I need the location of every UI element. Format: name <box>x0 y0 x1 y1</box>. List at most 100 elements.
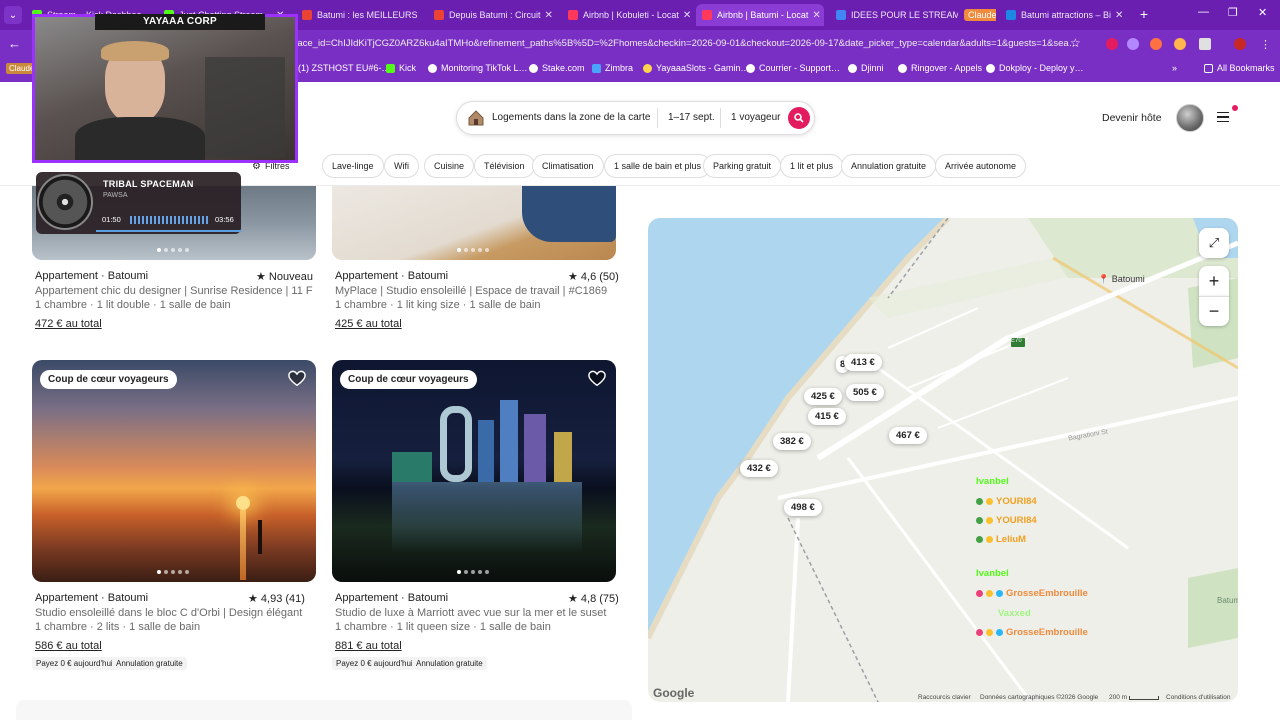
extension-icon[interactable] <box>1127 38 1139 50</box>
map-price-pin[interactable]: 432 € <box>740 460 778 477</box>
map-price-pin[interactable]: 415 € <box>808 408 846 425</box>
filter-chip-tv[interactable]: Télévision <box>474 154 535 178</box>
tab-batumi-meilleurs[interactable]: Batumi : les MEILLEURS ✕ <box>296 4 422 26</box>
extension-icon[interactable] <box>1106 38 1118 50</box>
zoom-in-button[interactable]: + <box>1199 266 1229 296</box>
map-price-pin[interactable]: 505 € <box>846 384 884 401</box>
expand-map-button[interactable]: ⤢ <box>1199 228 1229 258</box>
bookmark-item[interactable]: Ringover - Appels <box>898 63 982 73</box>
carousel-dots <box>157 248 189 252</box>
filter-chip-kitchen[interactable]: Cuisine <box>424 154 475 178</box>
map-shortcuts-link[interactable]: Raccourcis clavier <box>918 694 971 701</box>
tab-claude[interactable]: Claude <box>962 4 996 26</box>
bookmark-item[interactable]: Djinni <box>848 63 884 73</box>
listing-title[interactable]: MyPlace | Studio ensoleillé | Espace de … <box>335 285 607 297</box>
more-menu-icon[interactable]: ⋮ <box>1260 38 1271 51</box>
badge-icon <box>986 536 993 543</box>
webcam-overlay <box>32 14 298 163</box>
tab-search-button[interactable]: ⌄ <box>4 6 22 24</box>
building-shape <box>554 432 572 482</box>
bookmark-item[interactable]: Stake.com <box>529 63 585 73</box>
bookmark-star-icon[interactable]: ☆ <box>1070 36 1081 50</box>
become-host-link[interactable]: Devenir hôte <box>1102 112 1162 124</box>
chat-line: LeliuM <box>976 534 1026 545</box>
carousel-dots <box>157 570 189 574</box>
maximize-icon[interactable]: ❐ <box>1228 6 1238 19</box>
map-price-pin[interactable]: 467 € <box>889 427 927 444</box>
bookmark-item[interactable]: Zimbra <box>592 63 633 73</box>
listing-rating: ★ 4,8 (75) <box>568 593 619 605</box>
map-terms-link[interactable]: Conditions d'utilisation <box>1166 694 1230 701</box>
search-guests[interactable]: 1 voyageur <box>731 112 780 123</box>
listing-rating: ★ 4,6 (50) <box>568 271 619 283</box>
extension-icon[interactable] <box>1150 38 1162 50</box>
map-price-pin[interactable]: 413 € <box>844 354 882 371</box>
bookmark-item[interactable]: (1) ZSTHOST EU#6-… <box>298 63 390 73</box>
filter-chip-bathroom[interactable]: 1 salle de bain et plus <box>604 154 712 178</box>
tab-depuis-batumi[interactable]: Depuis Batumi : Circuit ✕ <box>428 4 554 26</box>
minimize-icon[interactable]: — <box>1198 6 1209 18</box>
zoom-out-button[interactable]: − <box>1199 296 1229 326</box>
bookmark-item[interactable]: Monitoring TikTok L… <box>428 63 528 73</box>
filter-chip-bed[interactable]: 1 lit et plus <box>780 154 844 178</box>
chat-username: Ivanbel <box>976 476 1009 487</box>
bookmark-item[interactable]: YayaaaSlots - Gamin… <box>643 63 749 73</box>
filter-chip-washer[interactable]: Lave-linge <box>322 154 384 178</box>
menu-icon[interactable] <box>1217 112 1229 122</box>
map-price-pin[interactable]: 425 € <box>804 388 842 405</box>
search-divider <box>720 108 721 128</box>
close-icon[interactable]: ✕ <box>679 10 690 21</box>
close-icon[interactable]: ✕ <box>418 10 423 21</box>
listing-price[interactable]: 881 € au total <box>335 640 402 652</box>
extensions-puzzle-icon[interactable] <box>1199 38 1211 50</box>
listing-price[interactable]: 425 € au total <box>335 318 402 330</box>
profile-icon[interactable] <box>1234 38 1246 50</box>
tab-batumi-attractions[interactable]: Batumi attractions – Bi ✕ <box>1000 4 1128 26</box>
listing-photo[interactable]: Coup de cœur voyageurs <box>332 360 616 582</box>
tab-idees-stream[interactable]: IDEES POUR LE STREAM ✕ <box>830 4 958 26</box>
close-icon[interactable]: ✕ <box>1111 10 1123 21</box>
back-arrow-icon[interactable]: ← <box>8 36 21 51</box>
bookmark-item[interactable]: Kick <box>386 63 416 73</box>
filter-chip-self-checkin[interactable]: Arrivée autonome <box>935 154 1027 178</box>
window-close-icon[interactable]: ✕ <box>1258 6 1267 19</box>
listing-price[interactable]: 586 € au total <box>35 640 102 652</box>
listing-price[interactable]: 472 € au total <box>35 318 102 330</box>
tab-title: Airbnb | Kobuleti - Locat <box>583 10 679 20</box>
filter-chip-free-cancel[interactable]: Annulation gratuite <box>841 154 937 178</box>
home-icon <box>468 110 484 126</box>
bookmark-item[interactable]: Dokploy - Deploy y… <box>986 63 1084 73</box>
map-price-pin[interactable]: 382 € <box>773 433 811 450</box>
bookmarks-overflow-icon[interactable]: » <box>1172 63 1177 73</box>
map-price-pin[interactable]: 498 € <box>784 499 822 516</box>
listing-title[interactable]: Appartement chic du designer | Sunrise R… <box>35 285 313 297</box>
listing-title[interactable]: Studio ensoleillé dans le bloc C d'Orbi … <box>35 607 302 619</box>
search-button[interactable] <box>788 107 810 129</box>
building-shape <box>500 400 518 482</box>
new-tab-button[interactable]: + <box>1136 6 1152 22</box>
badge-icon <box>986 498 993 505</box>
heart-icon[interactable] <box>288 370 306 388</box>
tab-airbnb-batumi[interactable]: Airbnb | Batumi - Locat ✕ <box>696 4 824 26</box>
all-bookmarks[interactable]: All Bookmarks <box>1204 63 1275 73</box>
listing-photo[interactable]: Coup de cœur voyageurs <box>32 360 316 582</box>
filter-chip-wifi[interactable]: Wifi <box>384 154 419 178</box>
search-location[interactable]: Logements dans la zone de la carte <box>492 112 650 123</box>
album-art <box>37 174 93 230</box>
bookmark-item[interactable]: Courrier - Support… <box>746 63 840 73</box>
extension-icon[interactable] <box>1174 38 1186 50</box>
city-label: 📍 Batoumi <box>1098 274 1145 284</box>
filter-chip-parking[interactable]: Parking gratuit <box>703 154 782 178</box>
url-field[interactable]: place_id=ChIJIdKiTjCGZ0ARZ6ku4aITMHo&ref… <box>290 35 1090 53</box>
post-silhouette <box>258 520 262 554</box>
listing-title[interactable]: Studio de luxe à Marriott avec vue sur l… <box>335 607 606 619</box>
heart-icon[interactable] <box>588 370 606 388</box>
avatar[interactable] <box>1176 104 1204 132</box>
listing-photo[interactable] <box>332 186 616 260</box>
map[interactable]: E70 📍 Batoumi Bagrationi St Batumi V ⤢ +… <box>648 218 1238 702</box>
close-icon[interactable]: ✕ <box>541 10 553 21</box>
close-icon[interactable]: ✕ <box>808 10 820 21</box>
tab-airbnb-kobuleti[interactable]: Airbnb | Kobuleti - Locat ✕ <box>562 4 690 26</box>
filter-chip-ac[interactable]: Climatisation <box>532 154 604 178</box>
search-dates[interactable]: 1–17 sept. <box>668 112 715 123</box>
